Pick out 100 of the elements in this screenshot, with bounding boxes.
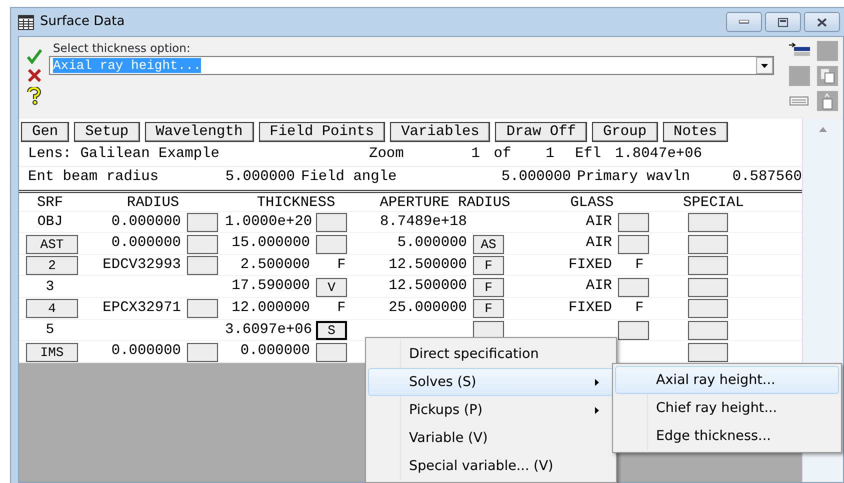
toolbar-button[interactable]: Variables (390, 122, 490, 142)
toolbar-button[interactable]: Group (592, 122, 658, 142)
maximize-icon (778, 18, 788, 26)
solve-button[interactable] (187, 342, 218, 362)
surface-label: 3 (44, 278, 56, 297)
menu-item[interactable]: Axial ray height... (615, 366, 839, 394)
solve-button[interactable] (618, 278, 649, 297)
solve-button[interactable]: S (316, 320, 347, 340)
solve-button[interactable] (187, 299, 218, 318)
solve-label: F (336, 256, 347, 276)
info-text: Lens: Galilean Example (28, 145, 220, 164)
info-text: 1.8047e+06 (615, 145, 704, 164)
table-cell-text: EPCX32971 (102, 298, 182, 318)
check-icon[interactable] (26, 49, 42, 64)
table-icon (18, 14, 34, 30)
menu-item[interactable]: Edge thickness... (615, 422, 839, 450)
menu-item[interactable]: Variable (V) (368, 424, 614, 452)
submenu-arrow-icon (595, 407, 599, 414)
table-cell-text: 0.000000 (110, 212, 182, 232)
solve-label: F (336, 299, 347, 318)
menu-item[interactable]: Pickups (P) (368, 396, 614, 424)
solve-button[interactable] (688, 256, 728, 276)
minimize-button[interactable] (726, 12, 762, 32)
info-text: 0.587560 (731, 168, 802, 188)
table-cell-text: 12.500000 (388, 256, 468, 275)
column-header: SRF (36, 194, 64, 213)
surface-button[interactable]: 4 (26, 299, 78, 318)
info-text: 1 (544, 145, 556, 164)
column-header: SPECIAL (682, 194, 745, 213)
solve-button[interactable]: F (473, 299, 504, 318)
solve-button[interactable] (187, 234, 218, 254)
toolbar-button[interactable]: Gen (21, 122, 70, 142)
solve-button[interactable]: F (473, 256, 504, 276)
surface-label: OBJ (36, 212, 64, 232)
help-icon[interactable] (27, 87, 41, 105)
table-cell-text: 1.0000e+20 (225, 212, 314, 232)
table-cell-text: 17.590000 (230, 277, 311, 296)
surface-button[interactable]: IMS (26, 342, 78, 362)
solve-button[interactable] (316, 342, 347, 362)
menu-item[interactable]: Solves (S) (368, 368, 614, 396)
menu-item[interactable]: Chief ray height... (615, 394, 839, 422)
table-cell-text: AIR (584, 234, 613, 254)
solve-button[interactable] (618, 320, 649, 340)
solve-button[interactable] (688, 212, 728, 232)
cancel-icon[interactable] (28, 69, 40, 82)
solve-button[interactable] (688, 342, 728, 362)
solve-button[interactable]: V (316, 278, 347, 297)
info-text: Primary wavln (576, 168, 692, 188)
toolbar-button[interactable]: Notes (662, 122, 728, 142)
solve-label: F (634, 299, 645, 318)
scroll-up-icon[interactable] (819, 127, 827, 132)
toolbar-button[interactable]: Draw Off (495, 122, 588, 142)
column-header: APERTURE RADIUS (378, 194, 512, 213)
info-text: 1 (470, 145, 480, 164)
table-cell-text: 2.500000 (239, 256, 311, 275)
solve-button[interactable]: F (473, 278, 504, 297)
solve-button[interactable] (688, 320, 728, 340)
solve-button[interactable] (618, 212, 649, 232)
table-cell-text: 0.000000 (239, 342, 311, 362)
table-cell-text: 0.000000 (110, 234, 182, 254)
surface-label: 5 (44, 320, 56, 340)
toolbar-button[interactable]: Wavelength (144, 122, 254, 142)
table-cell-text: 25.000000 (388, 298, 468, 318)
info-text: 5.000000 (500, 168, 571, 188)
solve-button[interactable] (187, 212, 218, 232)
menu-item[interactable]: Direct specification (368, 340, 614, 368)
solve-button[interactable] (187, 256, 218, 276)
solve-button[interactable] (316, 234, 347, 254)
info-text: Ent beam radius (28, 168, 160, 188)
solve-button[interactable] (316, 212, 347, 232)
column-header: THICKNESS (256, 194, 336, 213)
solve-button[interactable] (688, 299, 728, 318)
table-cell-text: 15.000000 (230, 234, 311, 254)
menu-item[interactable]: Special variable... (V) (368, 452, 614, 480)
info-text: Field angle (300, 168, 398, 188)
toolbar-button[interactable]: Field Points (258, 122, 386, 142)
maximize-button[interactable] (765, 12, 801, 32)
table-cell-text: 12.500000 (388, 277, 468, 296)
info-text: 5.000000 (224, 168, 295, 188)
page-up-icon[interactable] (815, 90, 839, 112)
info-text: Zoom (369, 145, 405, 164)
solve-button[interactable] (618, 234, 649, 254)
solve-button[interactable]: AS (473, 234, 504, 254)
solve-button[interactable] (688, 278, 728, 297)
submenu-arrow-icon (595, 379, 599, 386)
table-cell-text: 5.000000 (396, 234, 468, 254)
table-cell-text: 3.6097e+06 (225, 320, 314, 340)
surface-button[interactable]: 2 (26, 256, 78, 276)
toolbar-button[interactable]: Setup (74, 122, 140, 142)
window-title: Surface Data (40, 13, 125, 32)
info-text: of (492, 145, 512, 164)
prompt-label: Select thickness option: (53, 41, 192, 55)
close-icon (817, 18, 827, 26)
close-button[interactable] (804, 12, 840, 32)
solve-button[interactable] (688, 234, 728, 254)
solve-label: F (634, 256, 645, 276)
table-cell-text: AIR (584, 277, 613, 296)
info-text: Efl (575, 145, 602, 164)
surface-button[interactable]: AST (26, 234, 78, 254)
minimize-icon (739, 20, 749, 24)
